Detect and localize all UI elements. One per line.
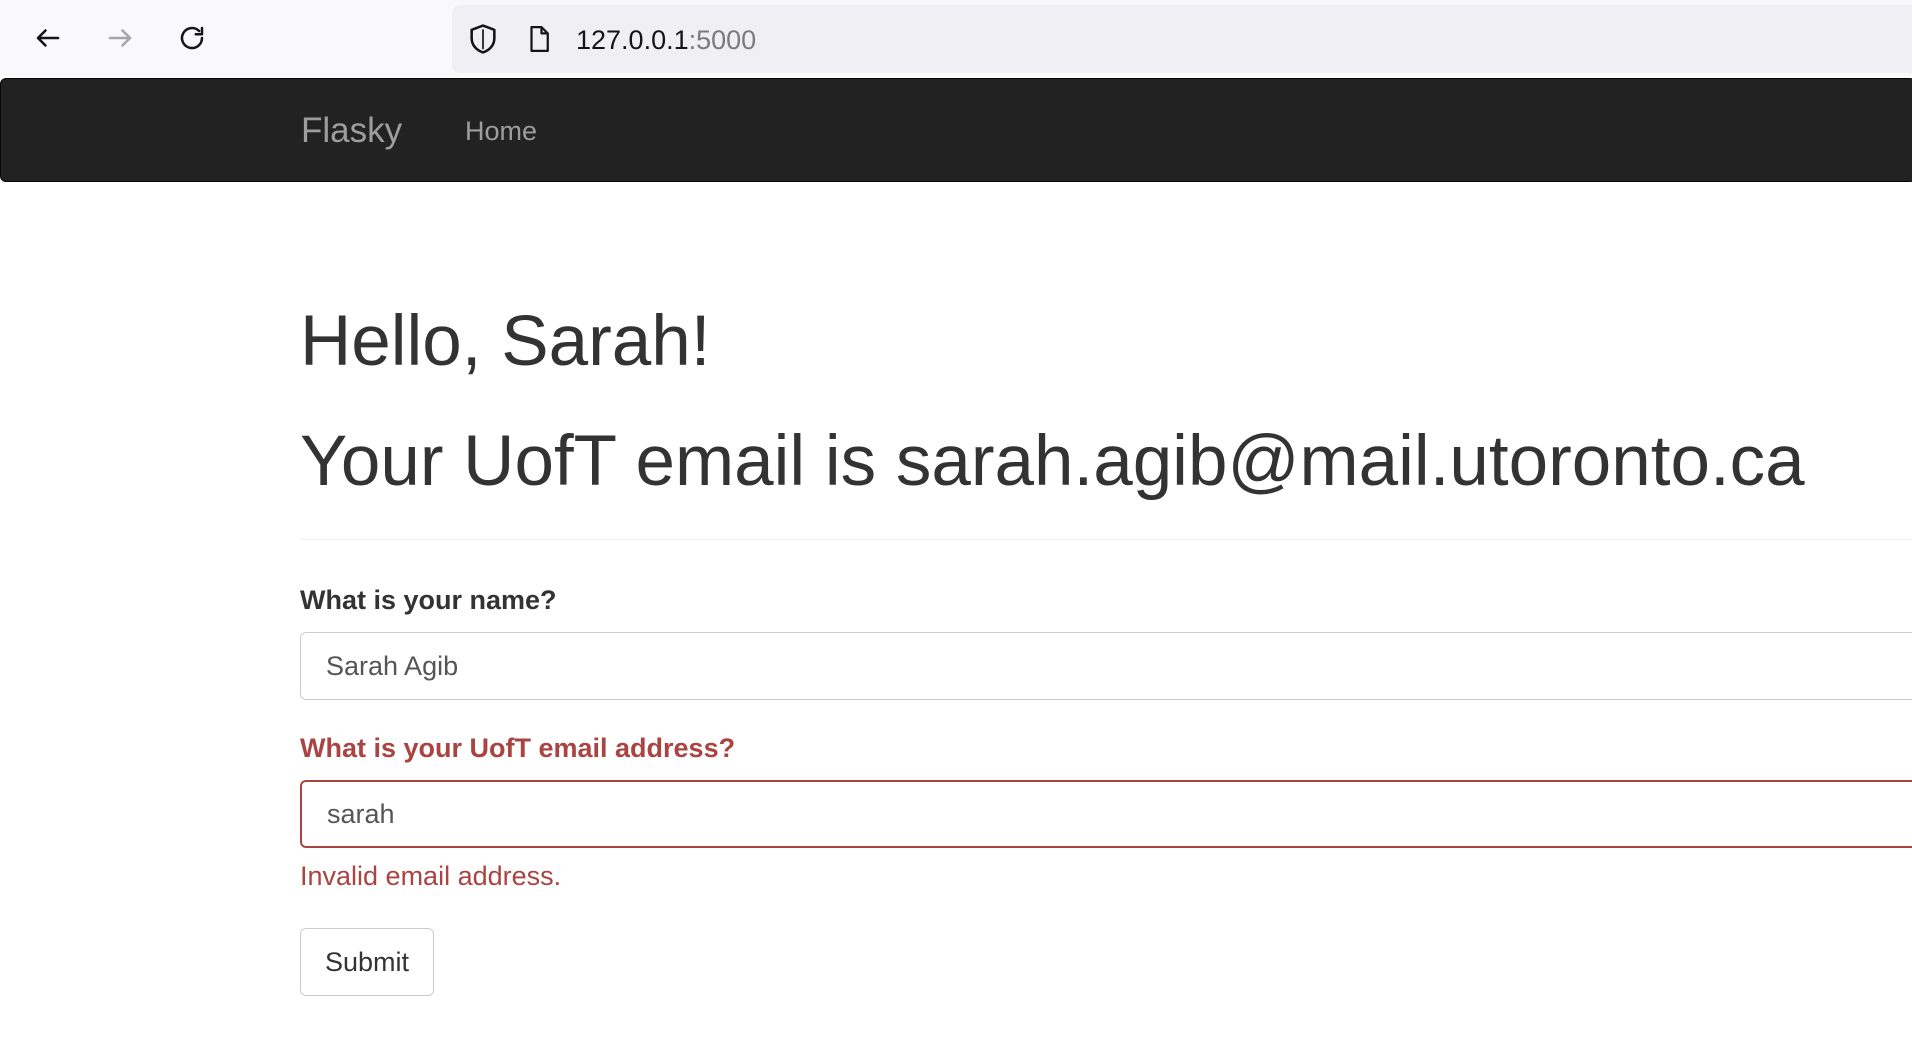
url-text[interactable]: 127.0.0.1:5000 <box>576 25 756 55</box>
navbar: Flasky Home <box>0 78 1912 182</box>
email-error-message: Invalid email address. <box>300 861 562 891</box>
reload-icon <box>180 26 204 50</box>
url-host: 127.0.0.1 <box>576 25 689 55</box>
nav-link-home[interactable]: Home <box>465 115 537 147</box>
back-button[interactable] <box>26 18 70 58</box>
email-label: What is your UofT email address? <box>300 733 736 763</box>
greeting-heading: Hello, Sarah! <box>300 302 711 381</box>
divider <box>300 539 1912 540</box>
address-bar[interactable]: 127.0.0.1:5000 <box>452 5 1912 73</box>
email-heading: Your UofT email is sarah.agib@mail.utoro… <box>300 422 1805 501</box>
name-input[interactable] <box>300 632 1912 700</box>
submit-button[interactable]: Submit <box>300 928 435 996</box>
url-port: :5000 <box>688 25 757 55</box>
forward-button[interactable] <box>98 18 142 58</box>
email-input[interactable] <box>300 780 1912 848</box>
shield-icon[interactable] <box>466 22 500 56</box>
reload-button[interactable] <box>170 18 214 58</box>
back-arrow-icon <box>36 29 60 47</box>
navbar-brand[interactable]: Flasky <box>301 111 402 151</box>
browser-toolbar: 127.0.0.1:5000 <box>0 0 1912 76</box>
name-label: What is your name? <box>300 585 557 615</box>
forward-arrow-icon <box>108 29 132 47</box>
page-icon[interactable] <box>524 23 554 55</box>
